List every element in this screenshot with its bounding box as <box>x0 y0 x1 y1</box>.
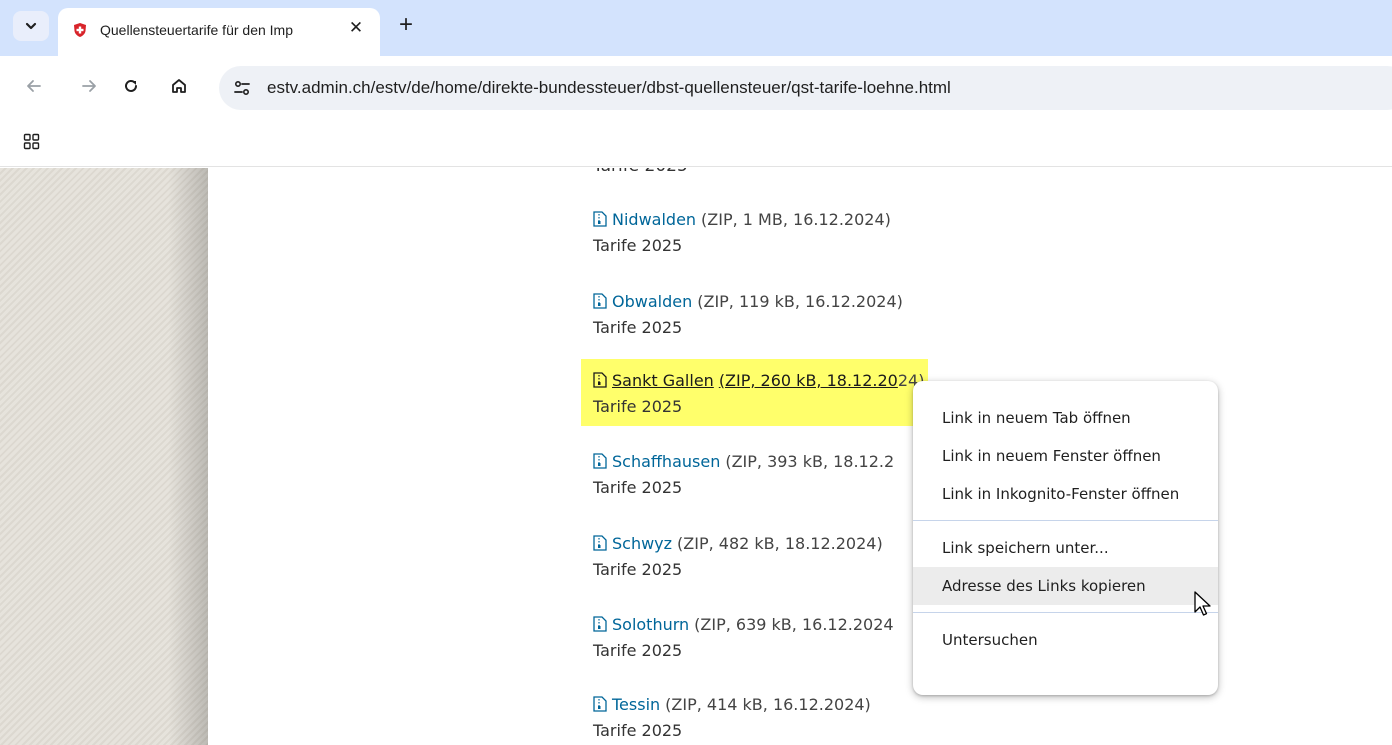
menu-item-open-incognito[interactable]: Link in Inkognito-Fenster öffnen <box>913 475 1218 513</box>
back-button[interactable] <box>18 70 50 102</box>
menu-item-copy-link-address[interactable]: Adresse des Links kopieren <box>913 567 1218 605</box>
browser-toolbar: estv.admin.ch/estv/de/home/direkte-bunde… <box>0 56 1392 121</box>
download-link-nidwalden[interactable]: Nidwalden <box>612 210 696 229</box>
list-item: Tessin (ZIP, 414 kB, 16.12.2024) Tarife … <box>593 693 1013 741</box>
list-item: Nidwalden (ZIP, 1 MB, 16.12.2024) Tarife… <box>593 208 1013 256</box>
tab-search-button[interactable] <box>13 11 49 41</box>
arrow-left-icon <box>27 80 41 92</box>
menu-separator <box>913 612 1218 613</box>
forward-button[interactable] <box>73 70 105 102</box>
file-meta: (ZIP, 482 kB, 18.12.2024) <box>677 533 883 553</box>
page-side-background <box>0 168 208 745</box>
home-icon <box>172 79 186 93</box>
zip-file-icon <box>593 372 607 388</box>
tab-strip: Quellensteuertarife für den Imp ✕ + <box>0 0 1392 56</box>
apps-grid-icon[interactable] <box>23 133 41 151</box>
close-tab-icon[interactable]: ✕ <box>346 18 366 38</box>
download-link-schaffhausen[interactable]: Schaffhausen <box>612 452 720 471</box>
zip-file-icon <box>593 616 607 632</box>
zip-file-icon <box>593 293 607 309</box>
file-meta: (ZIP, 260 kB, 18.12.20 <box>718 370 898 390</box>
link-context-menu: Link in neuem Tab öffnen Link in neuem F… <box>913 381 1218 695</box>
file-meta: (ZIP, 414 kB, 16.12.2024) <box>665 694 871 714</box>
clipped-tarife-label: Tarife 2025 <box>593 168 688 176</box>
download-link-solothurn[interactable]: Solothurn <box>612 615 689 634</box>
address-bar[interactable]: estv.admin.ch/estv/de/home/direkte-bunde… <box>219 66 1392 110</box>
swiss-shield-icon <box>74 23 86 37</box>
download-link-tessin[interactable]: Tessin <box>612 695 660 714</box>
chevron-down-icon <box>25 22 37 30</box>
menu-item-open-new-window[interactable]: Link in neuem Fenster öffnen <box>913 437 1218 475</box>
zip-file-icon <box>593 453 607 469</box>
file-meta: (ZIP, 119 kB, 16.12.2024) <box>697 291 903 311</box>
bookmarks-bar <box>0 121 1392 167</box>
new-tab-button[interactable]: + <box>392 12 420 40</box>
menu-item-save-link-as[interactable]: Link speichern unter... <box>913 529 1218 567</box>
file-meta: (ZIP, 1 MB, 16.12.2024) <box>701 209 891 229</box>
zip-file-icon <box>593 211 607 227</box>
item-subtitle: Tarife 2025 <box>593 721 683 740</box>
tab-title: Quellensteuertarife für den Imp <box>100 22 293 38</box>
zip-file-icon <box>593 696 607 712</box>
menu-item-open-new-tab[interactable]: Link in neuem Tab öffnen <box>913 399 1218 437</box>
download-link-sankt-gallen[interactable]: Sankt Gallen <box>612 371 714 390</box>
item-subtitle: Tarife 2025 <box>593 236 683 255</box>
active-tab[interactable]: Quellensteuertarife für den Imp ✕ <box>58 8 380 56</box>
item-subtitle: Tarife 2025 <box>593 318 683 337</box>
download-link-obwalden[interactable]: Obwalden <box>612 292 692 311</box>
list-item: Obwalden (ZIP, 119 kB, 16.12.2024) Tarif… <box>593 290 1013 338</box>
home-button[interactable] <box>163 70 195 102</box>
menu-item-inspect[interactable]: Untersuchen <box>913 621 1218 659</box>
url-text[interactable]: estv.admin.ch/estv/de/home/direkte-bunde… <box>267 78 951 98</box>
menu-separator <box>913 520 1218 521</box>
site-info-button[interactable] <box>229 75 255 101</box>
download-link-schwyz[interactable]: Schwyz <box>612 534 672 553</box>
reload-button[interactable] <box>115 70 147 102</box>
zip-file-icon <box>593 535 607 551</box>
arrow-right-icon <box>82 80 96 92</box>
file-meta: (ZIP, 393 kB, 18.12.2 <box>725 451 895 471</box>
tune-icon <box>234 80 250 96</box>
file-meta: (ZIP, 639 kB, 16.12.2024 <box>694 614 894 634</box>
mouse-cursor-icon <box>1194 591 1211 616</box>
reload-icon <box>125 79 137 92</box>
